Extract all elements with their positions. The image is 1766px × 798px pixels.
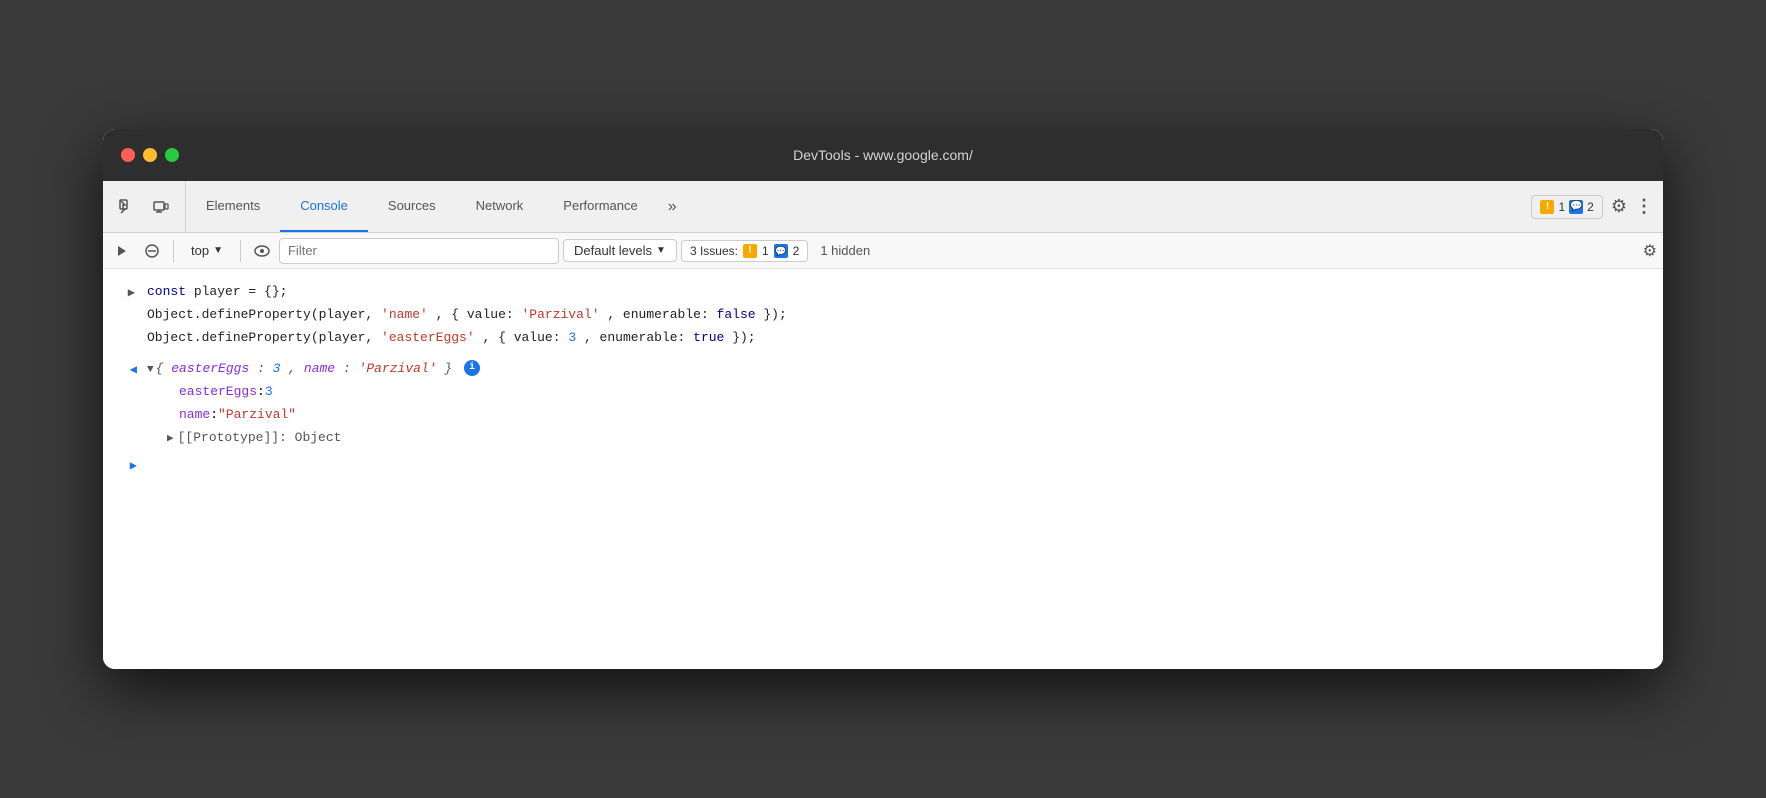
collapse-arrow[interactable]: ▼ xyxy=(147,359,154,380)
code-text-3d: }); xyxy=(732,330,755,345)
code-text-2a: Object.defineProperty(player, xyxy=(147,307,381,322)
input-line-2: Object.defineProperty(player, 'name' , {… xyxy=(103,304,1663,327)
settings-button[interactable]: ⚙ xyxy=(1611,196,1627,217)
prop-colon-2: : xyxy=(210,405,218,426)
console-toolbar: top ▼ Default levels ▼ 3 Issues: ! 1 💬 xyxy=(103,233,1663,269)
code-text-2d: }); xyxy=(763,307,786,322)
tab-performance[interactable]: Performance xyxy=(543,181,657,232)
tab-elements[interactable]: Elements xyxy=(186,181,280,232)
cursor-line[interactable]: ▶ xyxy=(103,449,1663,484)
tab-console[interactable]: Console xyxy=(280,181,368,232)
chevron-down-icon: ▼ xyxy=(213,245,223,256)
toolbar-left xyxy=(103,181,186,232)
bool-false: false xyxy=(717,307,756,322)
more-options-button[interactable]: ⋮ xyxy=(1635,196,1653,217)
empty-gutter xyxy=(103,305,143,307)
keyword-const: const xyxy=(147,284,186,299)
issues-info-count: 2 xyxy=(1587,200,1594,214)
issues-warn-num: 1 xyxy=(762,244,769,258)
issues-info-icon: 💬 xyxy=(774,244,788,258)
separator xyxy=(173,240,174,262)
prop-name: name : "Parzival" xyxy=(123,404,1663,427)
expand-gutter[interactable]: ▶ xyxy=(103,282,143,303)
num-3: 3 xyxy=(568,330,576,345)
obj-preview[interactable]: { easterEggs : 3 , name : 'Parzival' } xyxy=(156,361,460,376)
console-output: ▶ const player = {}; Object.defineProper… xyxy=(103,269,1663,669)
log-levels-label: Default levels xyxy=(574,243,652,258)
warn-icon: ! xyxy=(1540,200,1554,214)
execute-button[interactable] xyxy=(109,238,135,264)
levels-chevron-icon: ▼ xyxy=(656,245,666,256)
result-content: { easterEggs : 3 , name : 'Parzival' } i xyxy=(156,359,1663,380)
toolbar-right: ! 1 💬 2 ⚙ ⋮ xyxy=(1521,181,1663,232)
issues-warn-count: 1 xyxy=(1558,200,1565,214)
prop-val-name: "Parzival" xyxy=(218,405,296,426)
clear-console-button[interactable] xyxy=(139,238,165,264)
string-parzival: 'Parzival' xyxy=(522,307,600,322)
maximize-button[interactable] xyxy=(165,148,179,162)
code-text-3b: , { value: xyxy=(482,330,568,345)
issues-text: 3 Issues: xyxy=(690,244,738,258)
code-text-3a: Object.defineProperty(player, xyxy=(147,330,381,345)
spacer xyxy=(103,350,1663,358)
context-selector[interactable]: top ▼ xyxy=(182,239,232,262)
proto-expand-arrow[interactable]: ▶ xyxy=(167,428,174,449)
close-button[interactable] xyxy=(121,148,135,162)
bool-true: true xyxy=(693,330,724,345)
devtools-window: DevTools - www.google.com/ xyxy=(103,129,1663,669)
inspect-element-button[interactable] xyxy=(113,193,141,221)
tab-sources[interactable]: Sources xyxy=(368,181,456,232)
prototype-label: [[Prototype]]: Object xyxy=(178,428,342,449)
code-text-3c: , enumerable: xyxy=(584,330,693,345)
issues-warn-icon: ! xyxy=(743,244,757,258)
more-tabs-button[interactable]: » xyxy=(658,181,687,232)
main-toolbar: Elements Console Sources Network Perform… xyxy=(103,181,1663,233)
info-icon-badge: 💬 xyxy=(1569,200,1583,214)
separator2 xyxy=(240,240,241,262)
context-label: top xyxy=(191,243,209,258)
code-text-2b: , { value: xyxy=(436,307,522,322)
result-line: ◀ ▼ { easterEggs : 3 , name : 'Parzival' xyxy=(103,358,1663,381)
input-line-3: Object.defineProperty(player, 'easterEgg… xyxy=(103,327,1663,350)
cursor-gutter: ▶ xyxy=(103,457,143,476)
string-name: 'name' xyxy=(381,307,428,322)
hidden-count-label: 1 hidden xyxy=(812,240,878,261)
traffic-lights xyxy=(121,148,179,162)
code-text: player = {}; xyxy=(194,284,288,299)
prototype-line[interactable]: ▶ [[Prototype]]: Object xyxy=(123,427,1663,450)
object-info-icon[interactable]: i xyxy=(464,360,480,376)
issues-badge[interactable]: ! 1 💬 2 xyxy=(1531,195,1602,219)
log-levels-selector[interactable]: Default levels ▼ xyxy=(563,239,677,262)
titlebar-title: DevTools - www.google.com/ xyxy=(793,147,973,163)
prop-val-eastereggs: 3 xyxy=(265,382,273,403)
devtools-body: Elements Console Sources Network Perform… xyxy=(103,181,1663,669)
minimize-button[interactable] xyxy=(143,148,157,162)
code-text-2c: , enumerable: xyxy=(607,307,716,322)
string-eastereggs: 'easterEggs' xyxy=(381,330,475,345)
prop-colon: : xyxy=(257,382,265,403)
prop-eastereggs: easterEggs : 3 xyxy=(123,381,1663,404)
issues-info-num: 2 xyxy=(793,244,800,258)
code-line-2: Object.defineProperty(player, 'name' , {… xyxy=(143,305,1663,326)
titlebar: DevTools - www.google.com/ xyxy=(103,129,1663,181)
device-mode-button[interactable] xyxy=(147,193,175,221)
code-line-1: const player = {}; xyxy=(143,282,1663,303)
console-issues-count[interactable]: 3 Issues: ! 1 💬 2 xyxy=(681,240,808,262)
tabs: Elements Console Sources Network Perform… xyxy=(186,181,1521,232)
input-line-1: ▶ const player = {}; xyxy=(103,281,1663,304)
prop-key-name: name xyxy=(179,405,210,426)
filter-input[interactable] xyxy=(279,238,559,264)
empty-gutter-2 xyxy=(103,328,143,330)
code-line-3: Object.defineProperty(player, 'easterEgg… xyxy=(143,328,1663,349)
result-gutter: ◀ xyxy=(103,359,143,380)
expanded-object: easterEggs : 3 name : "Parzival" ▶ [[Pro… xyxy=(123,381,1663,449)
console-settings-button[interactable]: ⚙ xyxy=(1643,241,1657,261)
tab-network[interactable]: Network xyxy=(456,181,544,232)
eye-icon[interactable] xyxy=(249,238,275,264)
prop-key-eastereggs: easterEggs xyxy=(179,382,257,403)
